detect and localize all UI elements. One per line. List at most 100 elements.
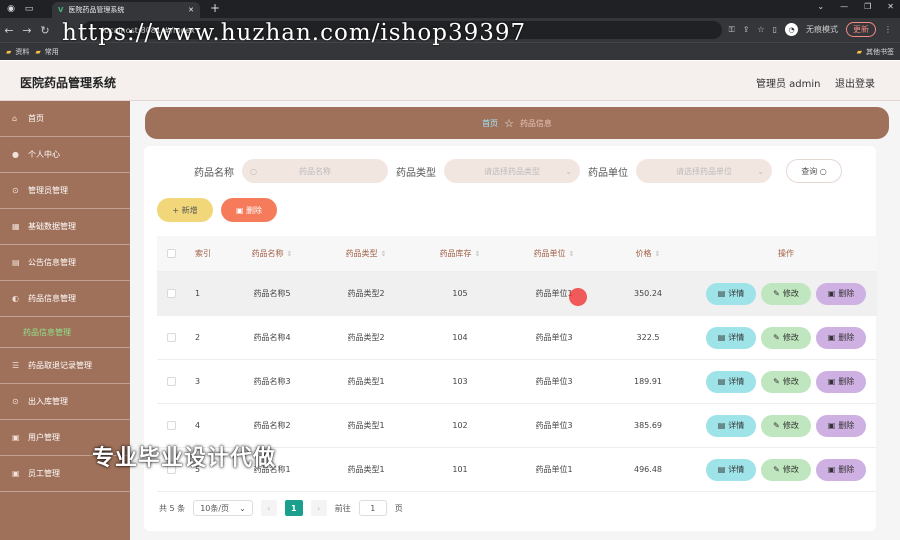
key-icon[interactable]: ⚿ [729,25,735,35]
edit-button[interactable]: ✎ 修改 [761,326,811,349]
bookmark-item[interactable]: 资料 [15,47,29,57]
detail-button[interactable]: ▤ 详情 [706,414,756,437]
row-checkbox[interactable] [157,333,185,342]
page-number-button[interactable]: 1 [284,500,303,516]
edit-button[interactable]: ✎ 修改 [761,370,811,393]
sidebar-item-label: 药品信息管理 [28,294,76,303]
sidebar-item-basic-data[interactable]: ▦ 基础数据管理 [0,209,130,245]
add-button[interactable]: + 新增 [157,198,213,222]
tab-search-icon[interactable]: ▭ [22,2,36,16]
header-name[interactable]: 药品名称 ⇕ [225,248,319,259]
header-stock[interactable]: 药品库存 ⇕ [413,248,507,259]
sidebar-item-drugs[interactable]: ◐ 药品信息管理 [0,281,130,317]
page-unit-label: 页 [394,503,403,513]
trash-icon: ▣ [827,289,836,298]
query-label: 查询 [801,166,818,176]
delete-button[interactable]: ▣ 删除 [816,370,866,393]
table-row[interactable]: 3 药品名称3 药品类型1 103 药品单位3 189.91 ▤ 详情 ✎ 修改 ▣… [157,360,877,404]
total-count: 共 5 条 [159,503,186,513]
update-button[interactable]: 更新 [846,22,876,37]
sidebar-item-notices[interactable]: ▤ 公告信息管理 [0,245,130,281]
breadcrumb-home[interactable]: 首页 [482,118,498,129]
sidebar-item-profile[interactable]: ● 个人中心 [0,137,130,173]
delete-button[interactable]: ▣ 删除 [816,458,866,481]
close-tab-icon[interactable]: ✕ [188,6,194,14]
delete-button[interactable]: ▣ 删除 [816,414,866,437]
user-icon: ▣ [12,469,20,478]
app-title: 医院药品管理系统 [20,76,117,90]
minimize-icon[interactable]: — [840,2,848,11]
cell-unit: 药品单位3 [535,377,573,386]
prev-page-button[interactable]: ‹ [260,500,277,516]
other-bookmarks-label: 其他书签 [866,47,894,56]
doc-icon: ▤ [717,289,726,298]
close-window-icon[interactable]: ✕ [887,2,894,11]
detail-button[interactable]: ▤ 详情 [706,282,756,305]
next-page-button[interactable]: › [310,500,327,516]
row-checkbox[interactable] [157,377,185,386]
other-bookmarks[interactable]: ▰ 其他书签 [851,47,894,57]
unit-select[interactable]: 请选择药品单位 ⌄ [636,159,772,183]
type-select[interactable]: 请选择药品类型 ⌄ [444,159,580,183]
select-all-checkbox[interactable] [157,249,185,258]
browser-menu-icon[interactable]: ◉ [4,2,18,16]
header-unit[interactable]: 药品单位 ⇕ [507,248,601,259]
pencil-icon: ✎ [773,377,780,386]
goto-page-input[interactable]: 1 [358,500,387,516]
bookmark-item[interactable]: 常用 [45,47,59,57]
home-icon: ⌂ [12,114,18,123]
restore-icon[interactable]: ❐ [864,2,871,11]
batch-delete-button[interactable]: ▣ 删除 [221,198,277,222]
pencil-icon: ✎ [773,333,780,342]
name-label: 药品名称 [194,167,234,179]
sidepanel-icon[interactable]: ▯ [773,25,777,34]
detail-button[interactable]: ▤ 详情 [706,458,756,481]
header-type[interactable]: 药品类型 ⇕ [319,248,413,259]
back-icon[interactable]: ← [0,24,18,37]
row-checkbox[interactable] [157,289,185,298]
chevron-down-icon: ⌄ [565,166,572,176]
sidebar-item-label: 药品取退记录管理 [28,361,92,370]
query-button[interactable]: 查询 ○ [786,159,842,183]
new-tab-icon[interactable]: + [210,1,220,15]
vue-logo-icon: V [58,6,64,14]
page-size-select[interactable]: 10条/页 ⌄ [193,500,253,516]
toolbar-right: ⚿ ⇪ ☆ ▯ ◔ 无痕模式 更新 ⋮ [729,22,892,37]
delete-button[interactable]: ▣ 删除 [816,282,866,305]
watermark-text: 专业毕业设计代做 [92,446,277,471]
list-icon: ☰ [12,361,20,370]
sidebar-item-admins[interactable]: ⊙ 管理员管理 [0,173,130,209]
sidebar-item-stock-io[interactable]: ⊙ 出入库管理 [0,384,130,420]
sidebar-subitem-drug-info[interactable]: 药品信息管理 [0,317,130,348]
star-icon[interactable]: ☆ [757,25,764,34]
chevron-down-icon[interactable]: ⌄ [817,2,824,11]
sort-icon: ⇕ [474,250,481,258]
sidebar-item-home[interactable]: ⌂ 首页 [0,101,130,137]
delete-button[interactable]: ▣ 删除 [816,326,866,349]
more-icon[interactable]: ⋮ [884,25,892,34]
header-actions: 操作 [778,249,794,258]
sidebar-item-drug-records[interactable]: ☰ 药品取退记录管理 [0,348,130,384]
row-checkbox[interactable] [157,421,185,430]
table-row[interactable]: 1 药品名称5 药品类型2 105 药品单位1 350.24 ▤ 详情 ✎ 修改 ▣… [157,272,877,316]
detail-button[interactable]: ▤ 详情 [706,370,756,393]
reload-icon[interactable]: ↻ [36,24,54,37]
cell-stock: 103 [452,377,468,386]
name-search-input[interactable]: ○ 药品名称 [242,159,388,183]
edit-button[interactable]: ✎ 修改 [761,458,811,481]
edit-button[interactable]: ✎ 修改 [761,414,811,437]
logout-link[interactable]: 退出登录 [835,75,875,90]
forward-icon[interactable]: → [18,24,36,37]
share-icon[interactable]: ⇪ [743,25,750,34]
cell-unit: 药品单位1 [535,465,573,474]
detail-button[interactable]: ▤ 详情 [706,326,756,349]
cell-index: 4 [195,421,201,430]
table-row[interactable]: 2 药品名称4 药品类型2 104 药品单位3 322.5 ▤ 详情 ✎ 修改 ▣ 删… [157,316,877,360]
edit-button[interactable]: ✎ 修改 [761,282,811,305]
pencil-icon: ✎ [773,465,780,474]
trash-icon: ▣ [827,421,836,430]
page-size-value: 10条/页 [200,503,230,513]
trash-icon: ▣ [827,333,836,342]
browser-tab[interactable]: V 医院药品管理系统 ✕ [52,2,200,18]
header-price[interactable]: 价格 ⇕ [601,248,695,259]
